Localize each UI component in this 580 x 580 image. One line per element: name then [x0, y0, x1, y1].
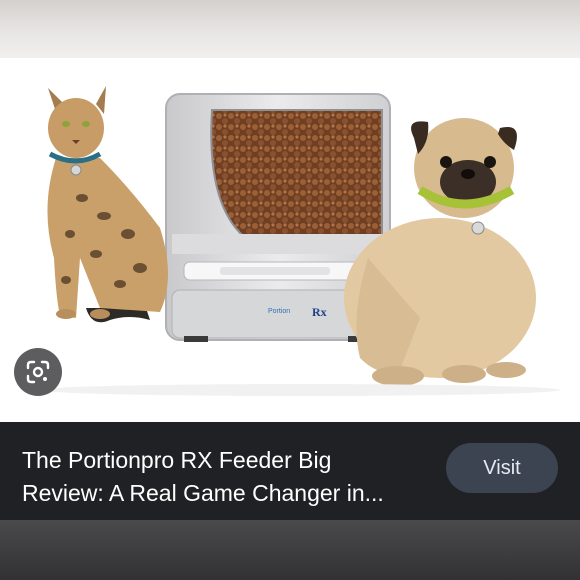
product-photo: Portion Rx — [40, 86, 560, 396]
google-lens-icon — [26, 360, 50, 384]
blurred-bottom-strip — [0, 520, 580, 580]
result-caption-bar: The Portionpro RX Feeder Big Review: A R… — [0, 422, 580, 520]
result-image[interactable]: Portion Rx — [0, 58, 580, 422]
feeder-logo-rx: Rx — [312, 305, 327, 319]
google-lens-button[interactable] — [14, 348, 62, 396]
bengal-cat — [47, 86, 168, 323]
visit-button[interactable]: Visit — [446, 443, 558, 493]
feeder-logo-text: Portion — [268, 308, 290, 315]
result-title[interactable]: The Portionpro RX Feeder Big Review: A R… — [22, 444, 422, 510]
blurred-top-image-strip — [0, 0, 580, 58]
